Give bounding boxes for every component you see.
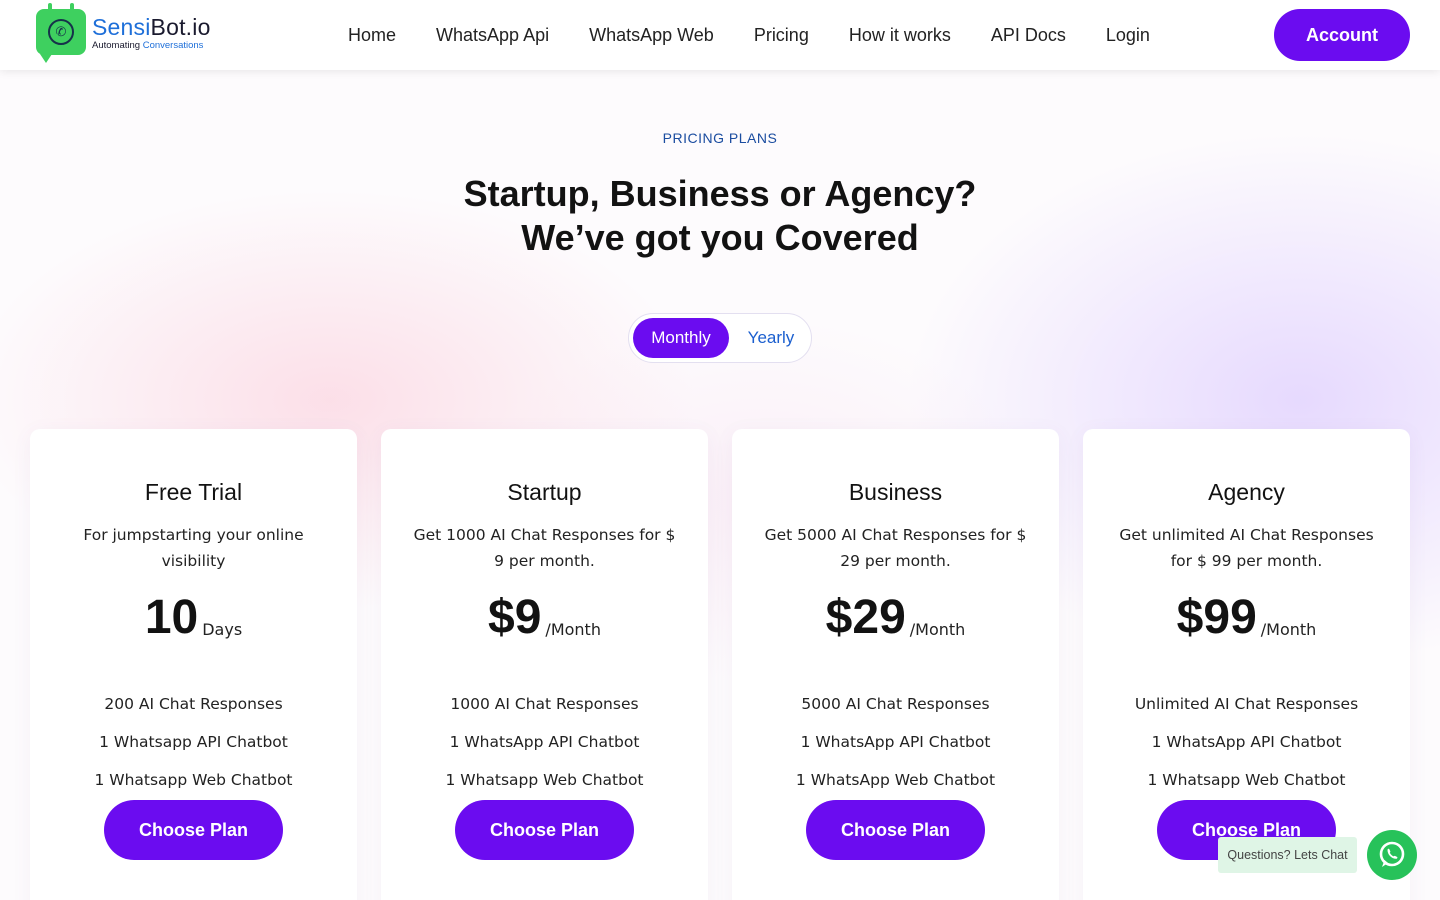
plan-feature: Unlimited AI Chat Responses	[1134, 695, 1359, 713]
price-unit: Days	[202, 620, 243, 639]
plan-title: Startup	[507, 479, 582, 505]
billing-toggle: Monthly Yearly	[628, 313, 812, 363]
plan-price: 10 Days	[30, 589, 357, 647]
page-title: Startup, Business or Agency? We’ve got y…	[0, 172, 1440, 260]
plan-title: Agency	[1208, 479, 1285, 505]
plan-description: For jumpstarting your online visibility	[83, 526, 304, 570]
toggle-monthly[interactable]: Monthly	[633, 318, 729, 358]
plan-description: Get unlimited AI Chat Responses for $ 99…	[1119, 526, 1374, 570]
brand-wordmark: SensiBot.io Automating Conversations	[92, 15, 211, 51]
brand-name: SensiBot.io	[92, 15, 211, 39]
headline-line-1: Startup, Business or Agency?	[463, 173, 977, 214]
brand-logo[interactable]: SensiBot.io Automating Conversations	[36, 3, 236, 63]
price-amount: $29	[825, 591, 906, 644]
brand-tagline-part2: Conversations	[142, 40, 204, 51]
plan-price: $99 /Month	[1083, 589, 1410, 647]
plan-price: $9 /Month	[381, 589, 708, 647]
nav-item-how-it-works[interactable]: How it works	[849, 25, 951, 46]
plan-card-agency: Agency Get unlimited AI Chat Responses f…	[1083, 429, 1410, 900]
price-amount: $9	[488, 591, 542, 644]
plan-feature: 1 Whatsapp Web Chatbot	[445, 771, 644, 789]
price-unit: /Month	[1260, 620, 1317, 639]
nav-item-pricing[interactable]: Pricing	[754, 25, 809, 46]
choose-plan-button[interactable]: Choose Plan	[104, 800, 283, 860]
plan-feature: 1 WhatsApp API Chatbot	[800, 733, 991, 751]
price-amount: 10	[144, 591, 199, 644]
plan-feature: 1 WhatsApp Web Chatbot	[795, 771, 996, 789]
main-nav: Home WhatsApp Api WhatsApp Web Pricing H…	[348, 0, 1190, 70]
plan-feature: 1 Whatsapp Web Chatbot	[94, 771, 293, 789]
plan-description: Get 1000 AI Chat Responses for $ 9 per m…	[413, 526, 676, 570]
brand-name-part1: Sensi	[92, 14, 151, 40]
plan-feature: 1 WhatsApp API Chatbot	[449, 733, 640, 751]
nav-item-whatsapp-api[interactable]: WhatsApp Api	[436, 25, 549, 46]
headline-line-2: We’ve got you Covered	[521, 217, 919, 258]
plan-card-startup: Startup Get 1000 AI Chat Responses for $…	[381, 429, 708, 900]
nav-item-api-docs[interactable]: API Docs	[991, 25, 1066, 46]
plan-description: Get 5000 AI Chat Responses for $ 29 per …	[764, 526, 1027, 570]
site-header: SensiBot.io Automating Conversations Hom…	[0, 0, 1440, 70]
nav-item-whatsapp-web[interactable]: WhatsApp Web	[589, 25, 714, 46]
brand-name-part2: Bot.io	[150, 14, 211, 40]
chat-prompt-label[interactable]: Questions? Lets Chat	[1218, 837, 1357, 873]
price-unit: /Month	[545, 620, 601, 639]
price-amount: $99	[1176, 591, 1257, 644]
account-button[interactable]: Account	[1274, 9, 1410, 61]
plan-feature: 5000 AI Chat Responses	[801, 695, 990, 713]
toggle-yearly[interactable]: Yearly	[733, 318, 809, 358]
nav-item-home[interactable]: Home	[348, 25, 396, 46]
whatsapp-icon	[48, 19, 74, 45]
nav-item-login[interactable]: Login	[1106, 25, 1150, 46]
plan-card-free-trial: Free Trial For jumpstarting your online …	[30, 429, 357, 900]
section-eyebrow: PRICING PLANS	[662, 130, 778, 146]
brand-tagline-part1: Automating	[92, 40, 143, 51]
plan-feature: 1 WhatsApp API Chatbot	[1151, 733, 1342, 751]
plan-feature: 1 Whatsapp API Chatbot	[99, 733, 288, 751]
brand-tagline: Automating Conversations	[92, 40, 211, 51]
whatsapp-chat-button[interactable]	[1367, 830, 1417, 880]
choose-plan-button[interactable]: Choose Plan	[455, 800, 634, 860]
plan-feature: 1000 AI Chat Responses	[450, 695, 639, 713]
plan-price: $29 /Month	[732, 589, 1059, 647]
plan-title: Business	[848, 479, 943, 505]
robot-chat-icon	[36, 3, 86, 63]
plan-feature: 1 Whatsapp Web Chatbot	[1147, 771, 1346, 789]
plan-feature: 200 AI Chat Responses	[104, 695, 283, 713]
choose-plan-button[interactable]: Choose Plan	[806, 800, 985, 860]
price-unit: /Month	[909, 620, 966, 639]
plan-card-business: Business Get 5000 AI Chat Responses for …	[732, 429, 1059, 900]
plan-title: Free Trial	[144, 479, 243, 505]
whatsapp-icon	[1379, 841, 1405, 867]
